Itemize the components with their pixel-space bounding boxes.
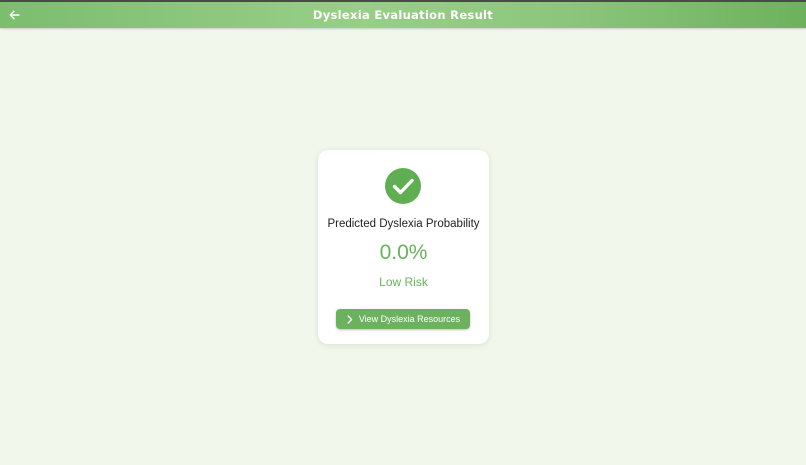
back-button[interactable] xyxy=(5,5,23,25)
risk-level-text: Low Risk xyxy=(379,275,428,289)
check-circle-icon xyxy=(385,168,421,204)
arrow-left-icon xyxy=(9,10,20,20)
app-bar: Dyslexia Evaluation Result xyxy=(0,2,806,28)
chevron-right-icon xyxy=(346,314,355,324)
probability-value: 0.0% xyxy=(379,241,428,264)
view-resources-button[interactable]: View Dyslexia Resources xyxy=(336,309,470,329)
page-title: Dyslexia Evaluation Result xyxy=(312,8,494,22)
result-card: Predicted Dyslexia Probability 0.0% Low … xyxy=(318,150,489,344)
view-resources-label: View Dyslexia Resources xyxy=(358,314,461,324)
probability-label: Predicted Dyslexia Probability xyxy=(327,218,480,230)
